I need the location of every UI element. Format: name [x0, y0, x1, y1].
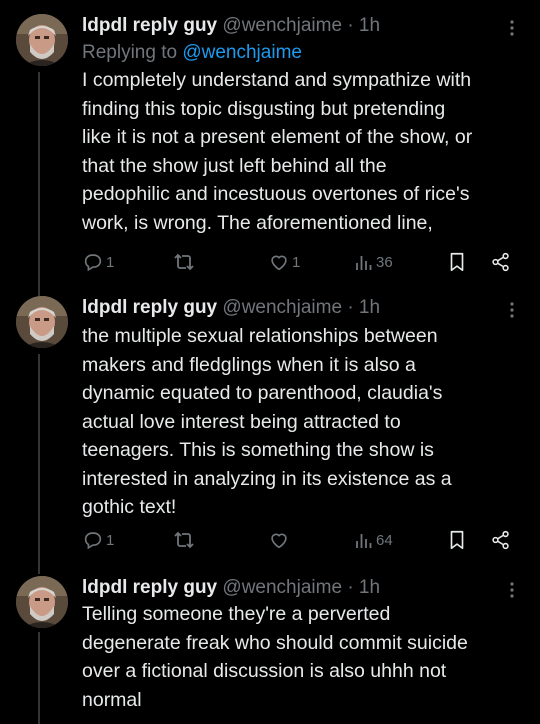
views-icon	[356, 256, 372, 270]
bookmark-icon	[450, 252, 464, 272]
reply-icon	[84, 532, 102, 550]
heart-icon	[271, 533, 287, 549]
display-name[interactable]: ldpdl reply guy	[82, 577, 217, 598]
timestamp[interactable]: 1h	[359, 297, 380, 318]
like-button[interactable]: 1	[268, 250, 300, 274]
share-icon	[492, 252, 509, 272]
tweet-text-line: teenagers. This is something the show is	[82, 439, 434, 461]
tweet[interactable]: ldpdl reply guy @wenchjaime · 1h Telling…	[0, 576, 540, 724]
avatar-image	[16, 576, 68, 628]
bookmark-button[interactable]	[446, 250, 468, 274]
tweet-text-line: dynamic equated to parenthood, claudia's	[82, 382, 443, 404]
replying-to-mention[interactable]: @wenchjaime	[182, 42, 302, 63]
tweet-text-line: normal	[82, 688, 142, 711]
tweet-text-line: actual love interest being attracted to	[82, 410, 401, 433]
action-bar: 1 64	[82, 528, 522, 552]
more-icon[interactable]	[502, 580, 522, 600]
action-bar: 1 1 36	[82, 250, 522, 274]
tweet-text-line: gothic text!	[82, 496, 177, 518]
display-name[interactable]: ldpdl reply guy	[82, 15, 217, 36]
views-button[interactable]: 64	[354, 528, 393, 552]
view-count: 36	[376, 253, 393, 271]
timestamp[interactable]: 1h	[359, 577, 380, 598]
bookmark-icon	[450, 530, 464, 550]
tweet-header: ldpdl reply guy @wenchjaime · 1h	[82, 296, 522, 320]
share-icon	[492, 530, 509, 550]
tweet-text-line: the multiple sexual relationships betwee…	[82, 325, 438, 347]
replying-to: Replying to @wenchjaime	[82, 40, 522, 66]
tweet-text-line: that the show just left behind all the	[82, 154, 387, 177]
avatar[interactable]	[16, 576, 68, 628]
views-button[interactable]: 36	[354, 250, 393, 274]
tweet-text: Telling someone they're a perverted dege…	[82, 600, 522, 714]
tweet-text-line: degenerate freak who should commit suici…	[82, 631, 468, 654]
timestamp[interactable]: 1h	[359, 15, 380, 36]
tweet-text-line: like it is not a present element of the …	[82, 126, 473, 148]
display-name[interactable]: ldpdl reply guy	[82, 297, 217, 318]
separator-dot: ·	[347, 15, 354, 36]
share-button[interactable]	[490, 250, 512, 274]
user-handle[interactable]: @wenchjaime	[222, 577, 342, 598]
avatar-image	[16, 296, 68, 348]
tweet-text: the multiple sexual relationships betwee…	[82, 322, 522, 522]
separator-dot: ·	[347, 297, 354, 318]
tweet-text-line: I completely understand and sympathize w…	[82, 69, 472, 91]
reply-button[interactable]: 1	[82, 250, 114, 274]
tweet-text-line: work, is wrong. The aforementioned line,	[82, 211, 433, 234]
avatar-image	[16, 14, 68, 66]
repost-icon	[174, 531, 194, 549]
share-button[interactable]	[490, 528, 512, 552]
tweet-text-line: makers and fledglings when it is also a	[82, 353, 416, 376]
tweet-text-line: finding this topic disgusting but preten…	[82, 97, 446, 120]
repost-button[interactable]	[172, 250, 198, 274]
avatar[interactable]	[16, 14, 68, 66]
reply-count: 1	[106, 253, 115, 271]
tweet-text-line: over a fictional discussion is also uhhh…	[82, 660, 447, 682]
bookmark-button[interactable]	[446, 528, 468, 552]
separator-dot: ·	[347, 577, 354, 598]
repost-button[interactable]	[172, 528, 198, 552]
tweet[interactable]: ldpdl reply guy @wenchjaime · 1h the mul…	[0, 296, 540, 566]
more-icon[interactable]	[502, 300, 522, 320]
tweet-text-line: pedophilic and incestuous overtones of r…	[82, 183, 470, 205]
tweet-text: I completely understand and sympathize w…	[82, 66, 522, 237]
more-icon[interactable]	[502, 18, 522, 38]
tweet-header: ldpdl reply guy @wenchjaime · 1h	[82, 576, 522, 600]
replying-to-label: Replying to	[82, 42, 178, 63]
tweet-header: ldpdl reply guy @wenchjaime · 1h	[82, 14, 522, 38]
avatar[interactable]	[16, 296, 68, 348]
reply-button[interactable]: 1	[82, 528, 114, 552]
view-count: 64	[376, 531, 393, 549]
like-count: 1	[292, 253, 301, 271]
reply-count: 1	[106, 531, 115, 549]
reply-icon	[84, 254, 102, 272]
like-button[interactable]	[268, 528, 292, 552]
heart-icon	[271, 255, 287, 271]
tweet-text-line: interested in analyzing in its existence…	[82, 467, 452, 490]
tweet-text-line: Telling someone they're a perverted	[82, 603, 391, 625]
views-icon	[356, 534, 372, 548]
user-handle[interactable]: @wenchjaime	[222, 297, 342, 318]
tweet[interactable]: ldpdl reply guy @wenchjaime · 1h Replyin…	[0, 14, 540, 284]
user-handle[interactable]: @wenchjaime	[222, 15, 342, 36]
repost-icon	[174, 253, 194, 271]
